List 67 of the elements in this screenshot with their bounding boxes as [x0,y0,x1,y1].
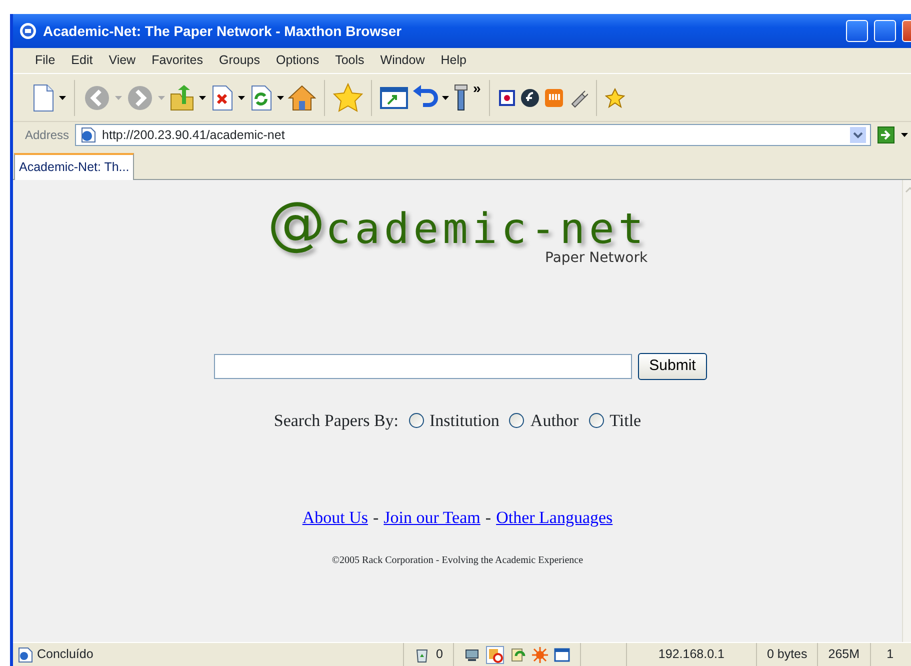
refresh-icon[interactable] [510,646,526,662]
tool-icon[interactable] [453,84,469,112]
separator-text: - [373,507,379,529]
caret-icon[interactable] [199,96,206,100]
minimize-button[interactable] [846,20,868,42]
picture-icon[interactable] [498,88,516,106]
copyright-text: ©2005 Rack Corporation - Evolving the Academic Experience [332,554,584,568]
radio-label: Author [530,410,579,432]
menu-item[interactable]: Options [268,49,328,72]
footer-link[interactable]: Join our Team [384,505,480,530]
refresh-icon[interactable] [249,84,273,112]
menu-item[interactable]: Edit [63,49,101,72]
address-field[interactable]: http://200.23.90.41/academic-net [75,124,871,146]
menu-item[interactable]: Tools [327,49,372,72]
url-text: http://200.23.90.41/academic-net [102,126,286,144]
menu-item[interactable]: Help [432,49,474,72]
logo-subtitle: Paper Network [545,249,648,268]
page-icon [80,127,96,143]
caret-icon[interactable] [277,96,284,100]
caret-icon[interactable] [238,96,245,100]
maximize-button[interactable] [874,20,896,42]
footer-link[interactable]: Other Languages [496,505,613,530]
blocked-icon[interactable] [486,646,504,664]
flash-icon[interactable] [520,88,540,108]
radio-label: Institution [430,410,500,432]
caret-icon[interactable] [901,133,908,137]
status-text: Concluído [37,646,94,664]
monitor-icon[interactable] [464,646,480,662]
menu-item[interactable]: Groups [210,49,268,72]
logo-text: @cademic-net [267,194,648,252]
window-title: Academic-Net: The Paper Network - Maxthon Browser [43,22,403,41]
ip-text: 192.168.0.1 [658,646,724,664]
app-icon [19,22,37,40]
radio-button[interactable] [408,412,424,428]
address-label: Address [25,127,70,144]
star-icon[interactable] [604,88,625,108]
window-icon[interactable] [554,646,570,662]
radio-button[interactable] [509,412,524,428]
page-icon [17,646,33,662]
star-icon[interactable] [333,82,363,112]
menu-item[interactable]: View [100,49,144,72]
radio-label: Title [610,410,642,432]
count-text: 0 [436,646,443,664]
search-by-label: Search Papers By: [274,410,399,432]
submit-button[interactable]: Submit [638,353,707,380]
menu-item[interactable]: Window [372,49,433,72]
dropdown-icon[interactable] [850,127,866,143]
new-page-icon[interactable] [31,82,55,112]
separator-text: - [485,507,492,529]
page-count-text: 1 [886,646,894,664]
traffic-text: 0 bytes [766,646,808,664]
sun-icon[interactable] [532,646,548,662]
overflow-button[interactable]: » [473,78,481,99]
memory-text: 265M [828,646,860,664]
menu-item[interactable]: File [27,49,64,72]
window-icon[interactable] [380,86,408,110]
footer-link[interactable]: About Us [302,505,368,530]
go-icon[interactable] [877,126,895,144]
tab[interactable]: Academic-Net: Th... [14,153,134,180]
menu-item[interactable]: Favorites [144,49,211,72]
home-icon[interactable] [288,84,316,112]
stop-icon[interactable] [210,84,234,112]
trash-icon[interactable] [414,646,430,662]
caret-icon[interactable] [59,96,66,100]
search-field[interactable] [214,354,632,379]
caret-icon[interactable] [442,96,449,100]
radio-button[interactable] [588,412,604,428]
